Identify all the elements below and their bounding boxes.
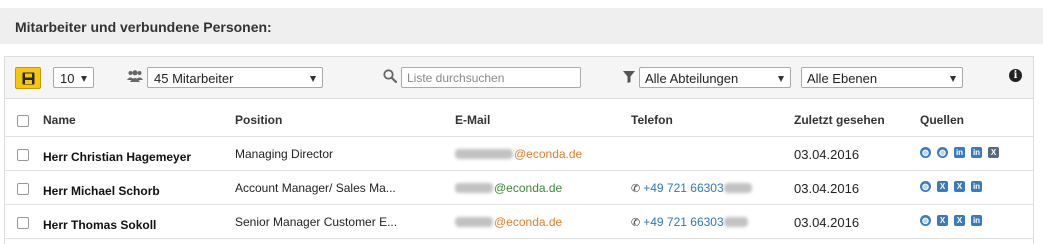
employee-filter-select[interactable]: 45 Mitarbeiter — [147, 67, 323, 88]
employee-email[interactable]: @econda.de — [455, 215, 562, 229]
source-icons: ◍ X X in — [920, 181, 988, 192]
search-input[interactable] — [401, 67, 581, 88]
table-row[interactable]: Herr Michael Schorb Account Manager/ Sal… — [5, 171, 1033, 205]
employee-phone[interactable]: ✆ +49 721 66303 — [631, 181, 753, 195]
globe-icon[interactable]: ◍ — [920, 147, 931, 158]
globe-icon[interactable]: ◍ — [920, 181, 931, 192]
source-icons: ◍ ◍ in in X — [920, 147, 1005, 158]
phone-number: +49 721 66303 — [643, 181, 724, 195]
redacted-text — [723, 183, 752, 193]
column-header-phone[interactable]: Telefon — [631, 113, 673, 127]
email-domain: @econda.de — [494, 181, 563, 195]
redacted-text — [455, 183, 493, 193]
linkedin-icon[interactable]: in — [971, 147, 982, 158]
save-button[interactable] — [15, 67, 41, 89]
last-seen-date: 03.04.2016 — [794, 147, 860, 162]
employee-position: Account Manager/ Sales Ma... — [235, 181, 396, 195]
linkedin-icon[interactable]: in — [954, 147, 965, 158]
globe-icon[interactable]: ◍ — [937, 147, 948, 158]
department-filter-value: Alle Abteilungen — [645, 71, 739, 86]
section-header: Mitarbeiter und verbundene Personen: — [0, 8, 1043, 44]
employee-email[interactable]: @econda.de — [455, 147, 582, 161]
search-icon — [383, 69, 397, 83]
employee-position: Senior Manager Customer E... — [235, 215, 398, 229]
redacted-text — [455, 217, 493, 227]
source-icons: ◍ X X in — [920, 215, 988, 226]
column-header-email[interactable]: E-Mail — [455, 113, 490, 127]
save-icon — [22, 72, 35, 85]
level-filter-select[interactable]: Alle Ebenen — [801, 67, 963, 88]
chevron-down-icon — [310, 76, 316, 82]
linkedin-icon[interactable]: in — [971, 181, 982, 192]
phone-icon: ✆ — [631, 216, 641, 229]
table-row[interactable]: Herr Christian Hagemeyer Managing Direct… — [5, 137, 1033, 171]
chevron-down-icon — [81, 76, 87, 82]
employees-panel: 10 45 Mitarbeiter Alle Abteilungen — [4, 56, 1034, 244]
employee-name[interactable]: Herr Michael Schorb — [43, 184, 160, 198]
redacted-text — [455, 149, 513, 159]
users-icon — [127, 70, 143, 82]
row-checkbox[interactable] — [17, 217, 29, 229]
chevron-down-icon — [778, 76, 784, 82]
last-seen-date: 03.04.2016 — [794, 181, 860, 196]
email-domain: @econda.de — [514, 147, 583, 161]
globe-icon[interactable]: ◍ — [920, 215, 931, 226]
department-filter-select[interactable]: Alle Abteilungen — [639, 67, 791, 88]
select-all-checkbox[interactable] — [17, 115, 29, 127]
xing-icon[interactable]: X — [954, 215, 965, 226]
employee-email[interactable]: @econda.de — [455, 181, 562, 195]
column-header-sources[interactable]: Quellen — [920, 113, 964, 127]
per-page-value: 10 — [60, 71, 75, 86]
employee-filter-value: 45 Mitarbeiter — [154, 71, 234, 86]
email-domain: @econda.de — [494, 215, 563, 229]
xing-icon[interactable]: X — [937, 181, 948, 192]
info-icon[interactable]: i — [1009, 69, 1022, 82]
section-title: Mitarbeiter und verbundene Personen: — [15, 19, 272, 35]
xing-icon[interactable]: X — [954, 181, 965, 192]
table-header-row: Name Position E-Mail Telefon Zuletzt ges… — [5, 104, 1033, 137]
employee-position: Managing Director — [235, 147, 334, 161]
column-header-name[interactable]: Name — [43, 113, 76, 127]
table-row[interactable]: Herr Thomas Sokoll Senior Manager Custom… — [5, 205, 1033, 239]
redacted-text — [723, 217, 748, 227]
chevron-down-icon — [950, 76, 956, 82]
row-checkbox[interactable] — [17, 183, 29, 195]
filter-icon — [623, 71, 635, 83]
xing-icon[interactable]: X — [937, 215, 948, 226]
linkedin-icon[interactable]: in — [971, 215, 982, 226]
level-filter-value: Alle Ebenen — [807, 71, 878, 86]
phone-number: +49 721 66303 — [643, 215, 724, 229]
last-seen-date: 03.04.2016 — [794, 215, 860, 230]
employee-phone[interactable]: ✆ +49 721 66303 — [631, 215, 749, 229]
employee-name[interactable]: Herr Christian Hagemeyer — [43, 150, 191, 164]
column-header-last-seen[interactable]: Zuletzt gesehen — [794, 113, 885, 127]
column-header-position[interactable]: Position — [235, 113, 282, 127]
table-row — [5, 239, 1033, 244]
per-page-select[interactable]: 10 — [53, 67, 94, 88]
phone-icon: ✆ — [631, 182, 641, 195]
toolbar: 10 45 Mitarbeiter Alle Abteilungen — [5, 57, 1033, 99]
employee-name[interactable]: Herr Thomas Sokoll — [43, 218, 156, 232]
xing-icon[interactable]: X — [988, 147, 999, 158]
row-checkbox[interactable] — [17, 149, 29, 161]
